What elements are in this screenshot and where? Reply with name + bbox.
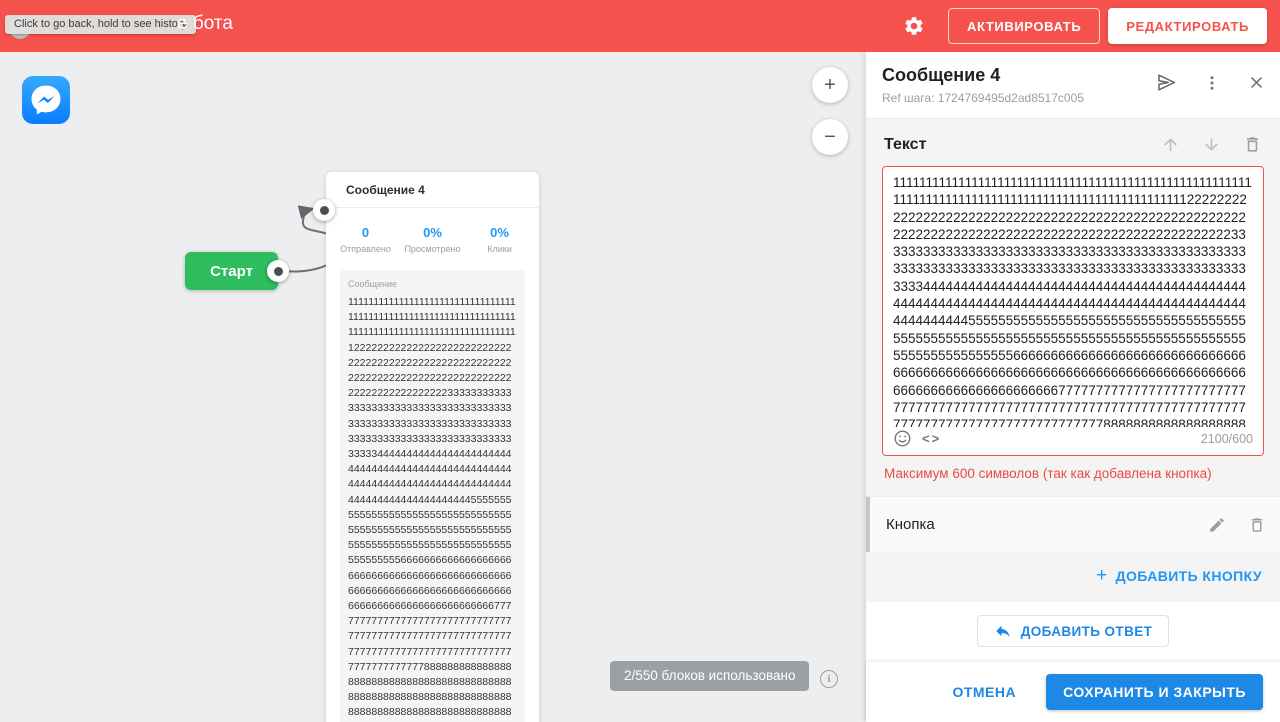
bot-title: е бота	[177, 13, 233, 34]
message-input-port[interactable]	[313, 199, 335, 221]
messenger-channel-icon	[22, 76, 70, 124]
step-editor-panel: Сообщение 4 Ref шага: 1724769495d2ad8517…	[866, 52, 1280, 722]
char-counter: 2100/600	[1200, 431, 1253, 446]
button-block-row[interactable]: Кнопка	[866, 496, 1280, 552]
text-section-header: Текст	[882, 119, 1264, 166]
close-icon[interactable]	[1247, 73, 1266, 92]
add-button-link[interactable]: + ДОБАВИТЬ КНОПКУ	[1096, 565, 1262, 586]
zoom-out-button[interactable]: −	[812, 119, 848, 155]
textarea-content[interactable]: 1111111111111111111111111111111111111111…	[883, 167, 1263, 427]
reply-icon	[995, 625, 1010, 637]
node-preview-text: 1111111111111111111111111111111111111111…	[348, 296, 516, 722]
save-and-close-button[interactable]: СОХРАНИТЬ И ЗАКРЫТЬ	[1046, 674, 1263, 710]
emoji-picker-icon[interactable]	[893, 429, 912, 448]
top-bar: Click to go back, hold to see history е …	[0, 0, 1280, 52]
panel-footer: ОТМЕНА СОХРАНИТЬ И ЗАКРЫТЬ	[866, 662, 1280, 722]
add-button-row: + ДОБАВИТЬ КНОПКУ	[882, 552, 1264, 602]
delete-button-icon[interactable]	[1248, 516, 1266, 534]
delete-text-block-icon[interactable]	[1243, 135, 1262, 154]
edit-button-icon[interactable]	[1208, 516, 1226, 534]
cancel-button[interactable]: ОТМЕНА	[952, 684, 1016, 700]
top-bar-actions: АКТИВИРОВАТЬ РЕДАКТИРОВАТЬ	[902, 8, 1267, 44]
add-reply-strip: ДОБАВИТЬ ОТВЕТ	[866, 602, 1280, 662]
panel-header: Сообщение 4 Ref шага: 1724769495d2ad8517…	[866, 52, 1280, 118]
stat-sent: 0 Отправлено	[340, 225, 391, 254]
start-output-port[interactable]	[267, 260, 289, 282]
edit-button[interactable]: РЕДАКТИРОВАТЬ	[1108, 8, 1267, 44]
step-ref: Ref шага: 1724769495d2ad8517c005	[882, 91, 1084, 105]
settings-gear-icon[interactable]	[902, 14, 926, 38]
info-icon[interactable]: i	[820, 670, 838, 688]
button-block-label: Кнопка	[886, 516, 935, 533]
start-node[interactable]: Старт	[185, 252, 278, 290]
textarea-toolbar: <> 2100/600	[883, 427, 1263, 455]
stat-viewed: 0% Просмотрено	[404, 225, 461, 254]
max-length-warning: Максимум 600 символов (так как добавлена…	[884, 466, 1212, 481]
back-tooltip: Click to go back, hold to see history	[5, 15, 197, 34]
send-test-icon[interactable]	[1156, 72, 1177, 93]
text-section-title: Текст	[884, 135, 927, 153]
node-message-preview: Сообщение 111111111111111111111111111111…	[340, 270, 525, 722]
move-up-icon[interactable]	[1161, 135, 1180, 154]
zoom-in-button[interactable]: +	[812, 67, 848, 103]
node-title: Сообщение 4	[326, 172, 539, 208]
more-options-icon[interactable]	[1203, 74, 1221, 92]
flow-canvas[interactable]: Старт Сообщение 4 0 Отправлено 0% Просмо…	[0, 52, 866, 722]
stat-clicks: 0% Клики	[487, 225, 512, 254]
plus-icon: +	[1096, 565, 1108, 586]
add-reply-button[interactable]: ДОБАВИТЬ ОТВЕТ	[976, 615, 1170, 647]
message-node-card[interactable]: Сообщение 4 0 Отправлено 0% Просмотрено …	[326, 172, 539, 722]
activate-button[interactable]: АКТИВИРОВАТЬ	[948, 8, 1101, 44]
blocks-used-badge: 2/550 блоков использовано	[610, 661, 810, 691]
move-down-icon[interactable]	[1202, 135, 1221, 154]
node-stats: 0 Отправлено 0% Просмотрено 0% Клики	[326, 208, 539, 270]
message-text-field[interactable]: 1111111111111111111111111111111111111111…	[882, 166, 1264, 456]
insert-variable-icon[interactable]: <>	[922, 431, 941, 446]
panel-body: Текст 1111111111111111111111111111111111…	[866, 118, 1280, 662]
